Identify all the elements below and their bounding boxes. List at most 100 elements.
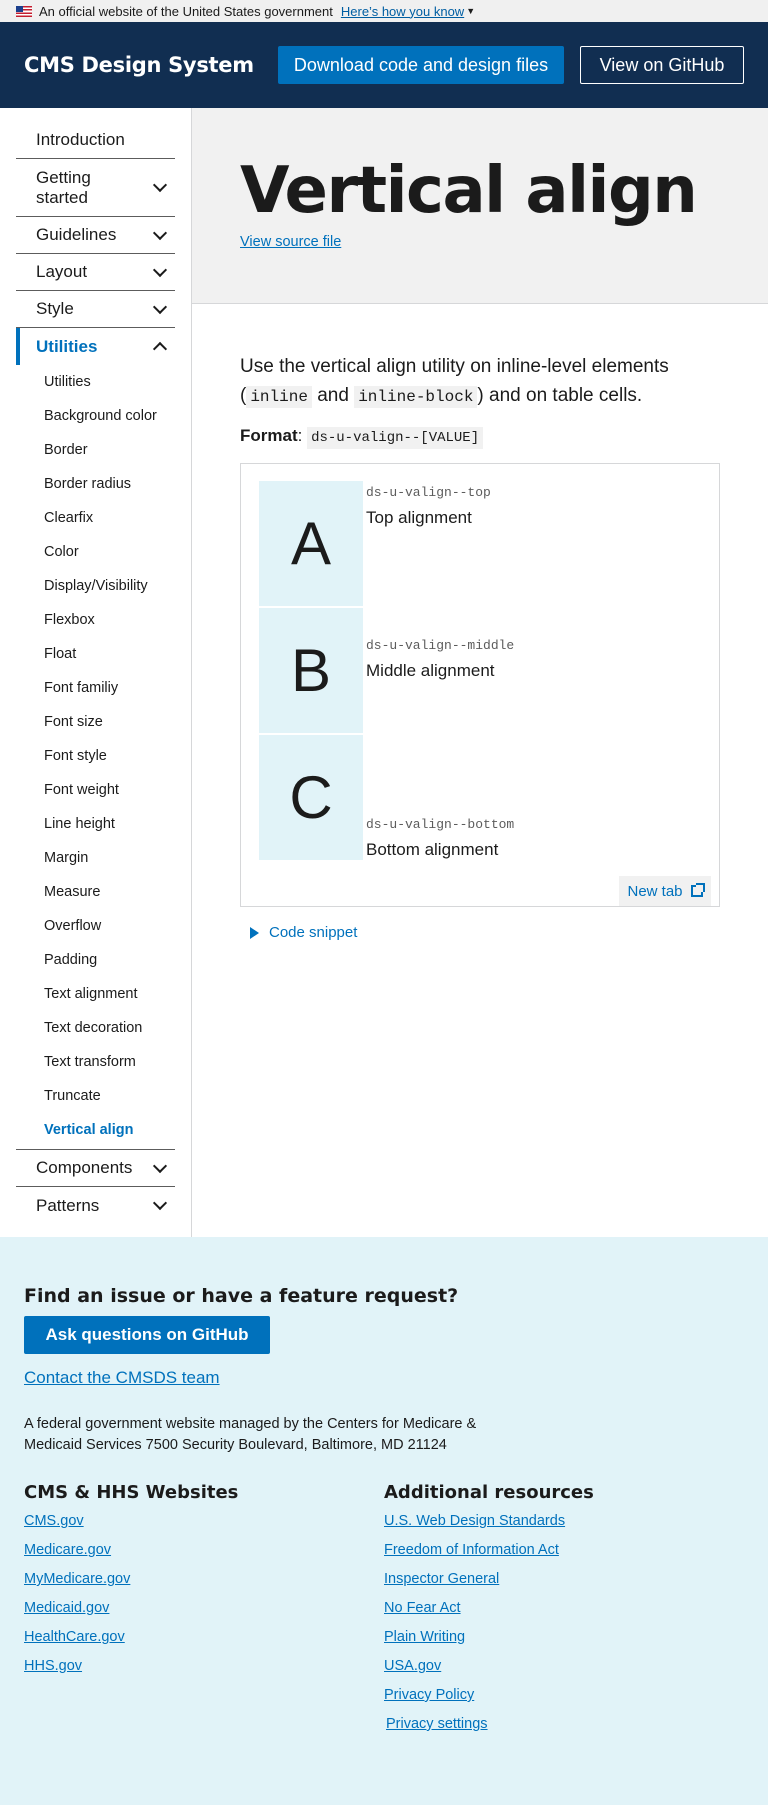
federal-notice: A federal government website managed by … (24, 1416, 477, 1453)
footer-link[interactable]: Privacy settings (386, 1714, 744, 1743)
utilities-subnav: Utilities Background color Border Border… (16, 365, 175, 1150)
footer-link[interactable]: MyMedicare.gov (24, 1569, 384, 1598)
example-label: Top alignment (366, 508, 472, 527)
lead-paragraph: Use the vertical align utility on inline… (240, 352, 720, 412)
subnav-item[interactable]: Font size (16, 705, 175, 739)
site-footer: Find an issue or have a feature request?… (0, 1237, 768, 1805)
subnav-item[interactable]: Text alignment (16, 977, 175, 1011)
subnav-item[interactable]: Font weight (16, 773, 175, 807)
site-title[interactable]: CMS Design System (24, 53, 254, 77)
content-body: Use the vertical align utility on inline… (192, 304, 768, 941)
code-inline: inline (246, 386, 312, 408)
sidebar-item-guidelines[interactable]: Guidelines (16, 217, 175, 254)
footer-link[interactable]: No Fear Act (384, 1598, 744, 1627)
footer-columns: CMS & HHS Websites CMS.gov Medicare.gov … (24, 1482, 744, 1743)
main-content: Vertical align View source file Use the … (192, 108, 768, 1237)
sidebar-item-utilities[interactable]: Utilities (16, 328, 175, 365)
subnav-item[interactable]: Overflow (16, 909, 175, 943)
code-snippet-label: Code snippet (269, 924, 358, 941)
feedback-heading: Find an issue or have a feature request? (24, 1285, 459, 1307)
format-colon: : (297, 426, 308, 445)
footer-link[interactable]: U.S. Web Design Standards (384, 1511, 744, 1540)
new-tab-button[interactable]: New tab (619, 876, 711, 906)
example-letter: B (259, 608, 363, 735)
chevron-down-icon (152, 1158, 168, 1173)
footer-link[interactable]: Privacy Policy (384, 1685, 744, 1714)
chevron-down-icon[interactable]: ▼ (466, 6, 475, 16)
sidebar-item-label: Guidelines (36, 225, 117, 244)
sidebar-item-label: Style (36, 299, 74, 318)
footer-link[interactable]: HealthCare.gov (24, 1627, 384, 1656)
gov-banner-text: An official website of the United States… (39, 3, 333, 19)
format-line: Format: ds-u-valign--[VALUE] (240, 426, 720, 449)
chevron-down-icon (152, 1195, 168, 1211)
subnav-item[interactable]: Margin (16, 841, 175, 875)
subnav-item[interactable]: Float (16, 637, 175, 671)
view-on-github-button[interactable]: View on GitHub (580, 46, 744, 84)
subnav-item[interactable]: Text transform (16, 1045, 175, 1079)
ask-questions-github-button[interactable]: Ask questions on GitHub (24, 1316, 270, 1354)
subnav-item[interactable]: Text decoration (16, 1011, 175, 1045)
subnav-item[interactable]: Color (16, 535, 175, 569)
code-snippet-toggle[interactable]: Code snippet (250, 924, 720, 941)
sidebar-item-components[interactable]: Components (16, 1150, 175, 1187)
example-frame: A ds-u-valign--top Top alignment B ds-u-… (240, 463, 720, 907)
cms-hhs-websites: CMS & HHS Websites CMS.gov Medicare.gov … (24, 1482, 384, 1743)
sidebar-item-getting-started[interactable]: Getting started (16, 159, 175, 217)
site-header: CMS Design System Download code and desi… (0, 22, 768, 108)
example-letter: C (259, 735, 363, 862)
subnav-item[interactable]: Padding (16, 943, 175, 977)
example-letter: A (259, 481, 363, 608)
chevron-up-icon (152, 341, 168, 357)
subnav-item[interactable]: Font style (16, 739, 175, 773)
chevron-down-icon (152, 177, 168, 193)
chevron-down-icon (152, 299, 168, 314)
sidebar-item-label: Getting started (36, 167, 91, 207)
external-link-icon (690, 883, 705, 897)
code-inline-block: inline-block (354, 386, 478, 408)
sidebar-item-introduction[interactable]: Introduction (16, 122, 175, 159)
sidebar-item-style[interactable]: Style (16, 291, 175, 328)
page-hero: Vertical align View source file (192, 108, 768, 304)
footer-link[interactable]: Plain Writing (384, 1627, 744, 1656)
download-files-button[interactable]: Download code and design files (278, 46, 564, 84)
footer-link[interactable]: Freedom of Information Act (384, 1540, 744, 1569)
subnav-item[interactable]: Border radius (16, 467, 175, 501)
subnav-item[interactable]: Font familiy (16, 671, 175, 705)
sidebar-item-label: Utilities (36, 336, 98, 356)
subnav-item[interactable]: Flexbox (16, 603, 175, 637)
format-label: Format (240, 426, 298, 445)
example-class-code: ds-u-valign--top (366, 485, 491, 500)
footer-link[interactable]: HHS.gov (24, 1656, 384, 1685)
footer-link[interactable]: CMS.gov (24, 1511, 384, 1540)
subnav-item[interactable]: Background color (16, 399, 175, 433)
view-source-link[interactable]: View source file (240, 234, 341, 250)
heres-how-you-know-link[interactable]: Here’s how you know (341, 4, 464, 19)
subnav-item-current[interactable]: Vertical align (16, 1113, 175, 1147)
sidebar-item-layout[interactable]: Layout (16, 254, 175, 291)
subnav-item[interactable]: Display/Visibility (16, 569, 175, 603)
subnav-item[interactable]: Clearfix (16, 501, 175, 535)
subnav-item[interactable]: Truncate (16, 1079, 175, 1113)
example-label: Middle alignment (366, 661, 495, 680)
subnav-item[interactable]: Line height (16, 807, 175, 841)
triangle-right-icon (250, 926, 259, 939)
subnav-item[interactable]: Border (16, 433, 175, 467)
sidebar-item-label: Introduction (36, 130, 125, 149)
cms-hhs-heading: CMS & HHS Websites (24, 1482, 239, 1503)
sidebar-item-patterns[interactable]: Patterns (16, 1187, 175, 1224)
example-class-code: ds-u-valign--middle (366, 638, 515, 653)
contact-team-link[interactable]: Contact the CMSDS team (24, 1368, 220, 1388)
subnav-item[interactable]: Utilities (16, 365, 175, 399)
gov-banner: An official website of the United States… (0, 0, 768, 22)
footer-link[interactable]: Inspector General (384, 1569, 744, 1598)
sidebar-item-label: Patterns (36, 1195, 100, 1215)
footer-link[interactable]: Medicare.gov (24, 1540, 384, 1569)
format-code: ds-u-valign--[VALUE] (307, 427, 484, 449)
subnav-item[interactable]: Measure (16, 875, 175, 909)
footer-link[interactable]: Medicaid.gov (24, 1598, 384, 1627)
example-text: ds-u-valign--middle Middle alignment (363, 584, 514, 735)
sidebar-item-label: Components (36, 1158, 133, 1177)
footer-link[interactable]: USA.gov (384, 1656, 744, 1685)
example-row: C ds-u-valign--bottom Bottom alignment (259, 735, 701, 862)
